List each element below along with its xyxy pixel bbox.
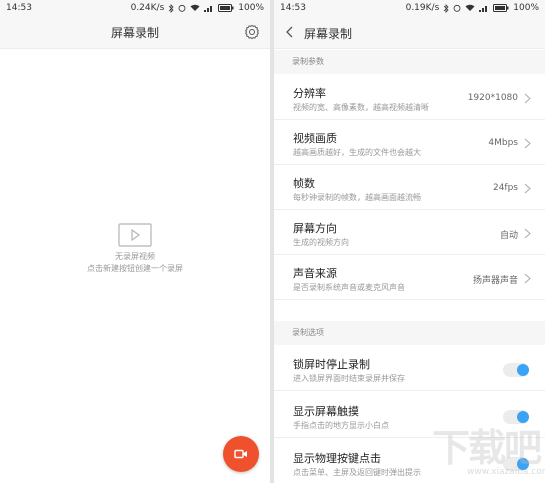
chevron-right-icon (524, 93, 531, 104)
signal-icon (204, 6, 213, 12)
alarm-icon (453, 4, 461, 12)
alarm-icon (178, 4, 186, 12)
battery-icon (493, 4, 509, 12)
chevron-right-icon (524, 138, 531, 149)
network-speed: 0.24K/s (130, 3, 165, 13)
record-icon (234, 449, 247, 459)
setting-value: 4Mbps (488, 138, 518, 148)
setting-label: 声音来源 (293, 267, 337, 280)
toggle-label: 锁屏时停止录制 (293, 358, 370, 371)
section-header-options: 录制选项 (274, 321, 545, 345)
setting-description: 生成的视频方向 (293, 238, 349, 247)
toggle-label: 显示物理按键点击 (293, 452, 381, 465)
status-time: 14:53 (280, 3, 306, 13)
toggle-description: 进入锁屏界面时结束录屏并保存 (293, 374, 405, 383)
setting-value: 自动 (499, 231, 518, 241)
setting-audio-source[interactable]: 声音来源 是否录制系统声音或麦克风声音 扬声器声音 (274, 256, 545, 300)
toggle-knob (517, 364, 529, 376)
setting-value: 1920*1080 (467, 93, 518, 103)
title-bar: 屏幕录制 (274, 16, 545, 49)
recordings-screen: 14:53 0.24K/s 100% 屏幕录制 无录屏视频 点击新建按钮创建一个… (0, 0, 270, 483)
setting-label: 帧数 (293, 177, 315, 190)
battery-icon (218, 4, 234, 12)
chevron-right-icon (524, 183, 531, 194)
status-time: 14:53 (6, 3, 32, 13)
empty-message: 无录屏视频 (115, 252, 155, 261)
battery-percent: 100% (238, 3, 264, 13)
new-recording-button[interactable] (223, 436, 259, 472)
watermark: 下载吧 www.xiazaiba.com (392, 417, 545, 481)
setting-label: 视频画质 (293, 132, 337, 145)
toggle-description: 手指点击的地方显示小白点 (293, 421, 389, 430)
watermark-text: 下载吧 (432, 426, 542, 470)
title-bar: 屏幕录制 (0, 16, 270, 49)
setting-resolution[interactable]: 分辨率 视频的宽、高像素数，越高视频越清晰 1920*1080 (274, 76, 545, 120)
setting-label: 屏幕方向 (293, 222, 337, 235)
video-placeholder-icon (118, 223, 152, 247)
page-title: 屏幕录制 (110, 25, 159, 40)
chevron-right-icon (524, 273, 531, 284)
section-header-params: 录制参数 (274, 50, 545, 74)
chevron-right-icon (524, 228, 531, 239)
setting-video-quality[interactable]: 视频画质 越高画质越好，生成的文件也会越大 4Mbps (274, 121, 545, 165)
signal-icon (479, 6, 488, 12)
setting-orientation[interactable]: 屏幕方向 生成的视频方向 自动 (274, 211, 545, 255)
setting-description: 是否录制系统声音或麦克风声音 (293, 283, 405, 292)
toggle-label: 显示屏幕触摸 (293, 405, 359, 418)
setting-value: 24fps (492, 183, 518, 193)
page-title: 屏幕录制 (304, 27, 353, 41)
status-bar: 14:53 0.19K/s 100% (274, 0, 545, 16)
wifi-icon (190, 4, 200, 11)
setting-value: 扬声器声音 (472, 276, 518, 286)
toggle-switch[interactable] (503, 363, 529, 377)
network-speed: 0.19K/s (405, 3, 440, 13)
status-icons: 0.24K/s 100% (131, 3, 264, 13)
gear-icon[interactable] (244, 24, 260, 40)
setting-label: 分辨率 (293, 87, 326, 100)
toggle-stop-on-lock: 锁屏时停止录制 进入锁屏界面时结束录屏并保存 (274, 347, 545, 391)
setting-description: 越高画质越好，生成的文件也会越大 (293, 148, 421, 157)
watermark-url: www.xiazaiba.com (467, 467, 545, 477)
back-arrow-icon[interactable] (282, 24, 298, 40)
empty-hint: 点击新建按钮创建一个录屏 (87, 264, 183, 273)
setting-frame-rate[interactable]: 帧数 每秒钟录制的帧数，越高画面越流畅 24fps (274, 166, 545, 210)
bluetooth-icon (168, 3, 174, 13)
settings-screen: 14:53 0.19K/s 100% 屏幕录制 录制参数 分辨率 视频的宽、高像… (274, 0, 545, 483)
empty-state: 无录屏视频 点击新建按钮创建一个录屏 (0, 223, 270, 275)
setting-description: 视频的宽、高像素数，越高视频越清晰 (293, 103, 429, 112)
setting-description: 每秒钟录制的帧数，越高画面越流畅 (293, 193, 421, 202)
battery-percent: 100% (513, 3, 539, 13)
status-icons: 0.19K/s 100% (406, 3, 539, 13)
status-bar: 14:53 0.24K/s 100% (0, 0, 270, 16)
wifi-icon (465, 4, 475, 11)
bluetooth-icon (443, 3, 449, 13)
